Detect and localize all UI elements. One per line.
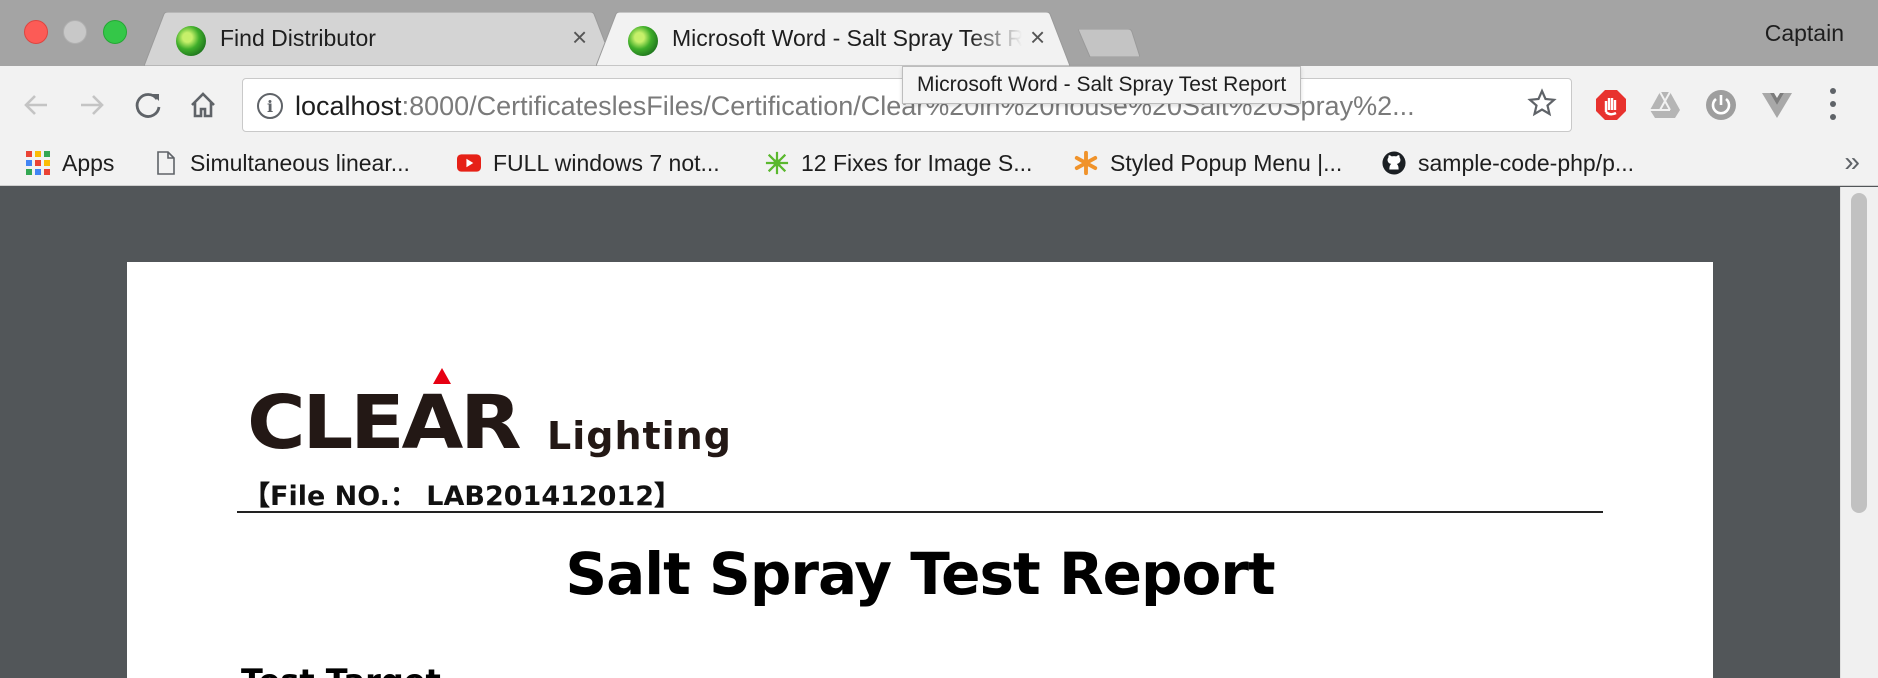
info-icon[interactable]: i	[257, 93, 283, 119]
url-text[interactable]: localhost:8000/CertificateslesFiles/Cert…	[295, 91, 1485, 122]
logo-subtitle: Lighting	[547, 414, 732, 458]
tab-shape	[144, 12, 614, 66]
scrollbar-thumb[interactable]	[1851, 193, 1867, 513]
tab-find-distributor[interactable]: Find Distributor ×	[144, 12, 614, 66]
power-extension-button[interactable]	[1704, 88, 1738, 122]
section-heading: Test Target	[241, 662, 441, 678]
url-host: localhost	[295, 91, 402, 121]
drive-icon	[1650, 91, 1680, 118]
home-button[interactable]	[183, 85, 223, 125]
tab-title: Find Distributor	[220, 25, 376, 51]
tab-tooltip: Microsoft Word - Salt Spray Test Report	[902, 66, 1302, 104]
file-number: 【File NO.： LAB201412012】	[243, 481, 682, 512]
bookmark-label: Apps	[62, 149, 115, 176]
header-divider	[237, 511, 1603, 513]
vue-extension-button[interactable]	[1760, 88, 1794, 122]
globe-icon	[628, 26, 658, 56]
bookmark-sample-code-php[interactable]: sample-code-php/p...	[1382, 148, 1634, 178]
tab-title: Microsoft Word - Salt Spray Test Report	[672, 25, 1022, 51]
bookmark-label: Simultaneous linear...	[190, 149, 410, 176]
new-tab-button[interactable]	[1077, 28, 1141, 58]
bookmark-12-fixes[interactable]: 12 Fixes for Image S...	[765, 148, 1032, 178]
tab-salt-spray-report[interactable]: Microsoft Word - Salt Spray Test Report …	[596, 12, 1070, 66]
power-icon	[1706, 90, 1736, 120]
star-icon[interactable]	[1527, 88, 1557, 118]
vue-icon	[1762, 93, 1792, 118]
logo-wordmark: CLEAR	[247, 380, 522, 466]
close-window-button[interactable]	[24, 20, 48, 44]
green-star-icon	[765, 151, 789, 175]
arrow-forward-icon	[81, 95, 104, 115]
close-tab-icon[interactable]: ×	[1030, 24, 1045, 50]
bookmarks-bar: Apps Simultaneous linear... FULL windows…	[0, 144, 1878, 186]
forward-button[interactable]	[72, 85, 112, 125]
bookmark-label: FULL windows 7 not...	[493, 149, 720, 176]
arrow-back-icon	[24, 95, 47, 115]
more-vertical-icon[interactable]	[1820, 84, 1846, 124]
youtube-icon	[457, 151, 481, 175]
drive-extension-button[interactable]	[1648, 88, 1682, 122]
github-icon	[1382, 151, 1406, 175]
bookmark-label: 12 Fixes for Image S...	[801, 149, 1033, 176]
apps-grid-icon	[26, 151, 50, 175]
orange-asterisk-icon	[1074, 150, 1098, 176]
home-icon	[191, 92, 215, 118]
reload-icon	[135, 93, 161, 118]
company-logo: CLEAR Lighting	[247, 368, 731, 466]
maximize-window-button[interactable]	[103, 20, 127, 44]
bookmark-label: sample-code-php/p...	[1418, 149, 1635, 176]
viewer-scrollbar[interactable]	[1840, 187, 1878, 678]
document-page: CLEAR Lighting 【File NO.： LAB201412012】 …	[127, 262, 1713, 678]
back-button[interactable]	[16, 85, 56, 125]
new-tab-shape	[1077, 28, 1141, 58]
bookmark-simultaneous-linear[interactable]: Simultaneous linear...	[154, 148, 410, 178]
adblock-extension-button[interactable]	[1594, 88, 1628, 122]
profile-name[interactable]: Captain	[1765, 20, 1844, 47]
minimize-window-button[interactable]	[63, 20, 87, 44]
bookmark-styled-popup-menu[interactable]: Styled Popup Menu |...	[1074, 148, 1342, 178]
stop-hand-icon	[1596, 90, 1626, 120]
globe-icon	[176, 26, 206, 56]
document-title: Salt Spray Test Report	[565, 540, 1275, 608]
bookmarks-overflow-button[interactable]: »	[1844, 146, 1860, 178]
bookmark-apps[interactable]: Apps	[26, 148, 114, 178]
bookmark-label: Styled Popup Menu |...	[1110, 149, 1343, 176]
page-icon	[154, 151, 178, 175]
tab-strip: Find Distributor × Microsoft Word - Salt…	[0, 0, 1878, 66]
close-tab-icon[interactable]: ×	[572, 24, 587, 50]
bookmark-full-windows-7[interactable]: FULL windows 7 not...	[457, 148, 720, 178]
reload-button[interactable]	[128, 85, 168, 125]
